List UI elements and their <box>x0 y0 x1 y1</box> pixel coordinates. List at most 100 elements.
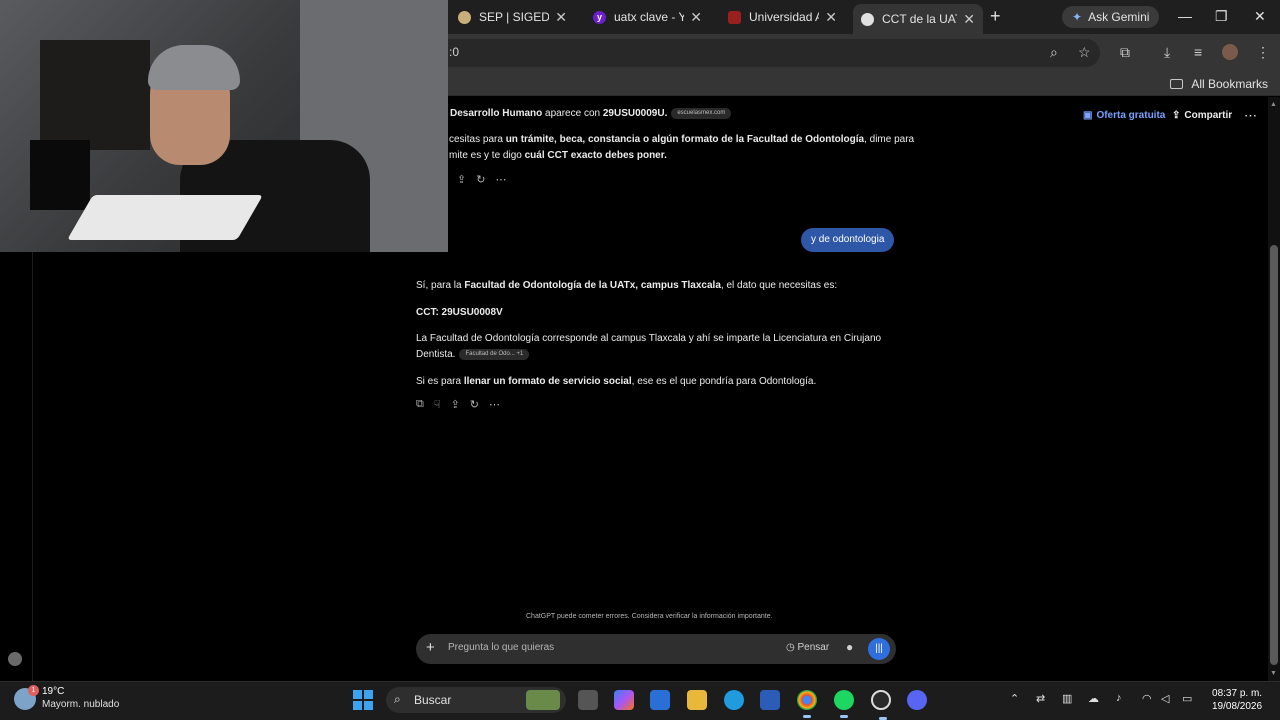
response-line: La Facultad de Odontología corresponde a… <box>416 333 882 344</box>
prev-message-line: Desarrollo Humano aparece con 29USU0009U… <box>450 106 732 122</box>
taskbar-search[interactable]: ⌕ Buscar <box>386 687 566 713</box>
spotify-icon[interactable] <box>834 690 854 718</box>
minimize-button[interactable]: — <box>1178 8 1192 24</box>
bookshelf <box>40 40 150 150</box>
address-text: :0 <box>449 45 460 59</box>
share-button[interactable]: ⇪ Compartir <box>1172 110 1232 121</box>
time: 08:37 p. m. <box>1212 688 1263 699</box>
weather-condition: Mayorm. nublado <box>42 699 120 710</box>
scroll-down-icon[interactable]: ▼ <box>1270 670 1277 677</box>
think-button[interactable]: ◷ Pensar <box>786 642 829 653</box>
offer-icon: ▣ <box>1083 110 1093 121</box>
chrome-icon[interactable] <box>797 690 817 718</box>
copilot-icon[interactable] <box>614 690 634 710</box>
free-offer-button[interactable]: ▣ Oferta gratuita <box>1083 110 1165 121</box>
date: 19/08/2026 <box>1212 701 1263 712</box>
copy-icon[interactable]: ⧉ <box>416 398 424 411</box>
more-icon[interactable]: ⋯ <box>495 173 506 186</box>
close-tab-icon[interactable]: ✕ <box>963 11 975 28</box>
windows-logo-pane <box>364 690 373 699</box>
start-button[interactable] <box>353 690 373 710</box>
response-line: Dentista. Facultad de Odo... +1 <box>416 347 530 363</box>
tray-app-icon[interactable]: ⇄ <box>1036 692 1045 705</box>
response-line: Si es para llenar un formato de servicio… <box>416 376 817 387</box>
more-icon[interactable]: ⋯ <box>489 398 500 411</box>
close-tab-icon[interactable]: ✕ <box>825 9 837 26</box>
ask-gemini-label: Ask Gemini <box>1088 10 1150 24</box>
conversation-options-icon[interactable]: ⋯ <box>1244 108 1257 124</box>
tab-sep-siged[interactable]: SEP | SIGED ✕ <box>450 4 575 30</box>
composer: + Pregunta lo que quieras ◷ Pensar ● ||| <box>416 634 896 664</box>
response-line: Sí, para la Facultad de Odontología de l… <box>416 280 838 291</box>
weather-badge: 1 <box>28 684 39 696</box>
share-icon[interactable]: ⇪ <box>457 173 466 186</box>
discord-icon[interactable] <box>907 690 927 710</box>
university-favicon-icon <box>728 10 741 24</box>
user-avatar[interactable] <box>8 652 22 666</box>
download-icon[interactable]: ⤓ <box>1164 44 1170 61</box>
scroll-up-icon[interactable]: ▲ <box>1270 101 1277 108</box>
share-icon: ⇪ <box>1172 110 1181 121</box>
windows-logo-pane <box>364 701 373 710</box>
zoom-icon[interactable]: ⌕ <box>1050 44 1058 61</box>
weather-widget[interactable]: 1 19°C Mayorm. nublado <box>14 684 120 711</box>
user-message: y de odontologia <box>801 228 895 252</box>
chatgpt-favicon-icon <box>861 12 874 26</box>
maximize-button[interactable]: ❐ <box>1215 8 1228 25</box>
tab-title: Universidad Autó <box>749 10 820 24</box>
store-icon[interactable] <box>650 690 670 710</box>
citation-chip[interactable]: escuelasmex.com <box>671 107 732 119</box>
tray-overflow-icon[interactable]: ⌃ <box>1010 692 1019 705</box>
new-tab-button[interactable]: + <box>990 6 1001 27</box>
tab-uatx-clave[interactable]: y uatx clave - Yaho ✕ <box>585 4 710 30</box>
regenerate-icon[interactable]: ↻ <box>476 173 485 186</box>
add-attachment-icon[interactable]: + <box>426 639 435 656</box>
volume-icon[interactable]: ◁ <box>1161 692 1169 705</box>
prompt-input[interactable]: Pregunta lo que quieras <box>448 642 554 653</box>
windows-logo-pane <box>353 701 362 710</box>
edge-icon[interactable] <box>724 690 744 710</box>
voice-mode-button[interactable]: ||| <box>868 638 890 660</box>
media-control-icon[interactable]: ≡ <box>1194 44 1202 60</box>
onedrive-icon[interactable]: ☁ <box>1088 692 1099 705</box>
system-clock[interactable]: 08:37 p. m. 19/08/2026 <box>1212 687 1262 713</box>
think-label: Pensar <box>797 642 830 653</box>
ask-gemini-button[interactable]: ✦ Ask Gemini <box>1062 6 1160 28</box>
word-icon[interactable] <box>760 690 780 710</box>
webcam-overlay <box>0 0 448 252</box>
close-window-button[interactable]: ✕ <box>1254 8 1266 25</box>
keyboard <box>67 195 263 240</box>
tray-app-icon[interactable]: ▥ <box>1062 692 1072 705</box>
battery-icon[interactable]: ▭ <box>1182 692 1192 705</box>
weather-icon: 1 <box>14 684 39 710</box>
citation-chip[interactable]: Facultad de Odo... +1 <box>459 348 530 360</box>
close-tab-icon[interactable]: ✕ <box>690 9 702 26</box>
microphone-icon[interactable]: ● <box>846 640 853 654</box>
wifi-icon[interactable]: ◠ <box>1142 692 1152 705</box>
search-label: Buscar <box>414 693 452 707</box>
search-icon: ⌕ <box>394 692 401 706</box>
monitor <box>30 140 90 210</box>
chatgpt-app-icon[interactable] <box>871 690 891 720</box>
profile-avatar[interactable] <box>1222 44 1238 60</box>
regenerate-icon[interactable]: ↻ <box>470 398 479 411</box>
tab-universidad[interactable]: Universidad Autó ✕ <box>720 4 845 30</box>
bookmark-star-icon[interactable]: ☆ <box>1078 44 1091 61</box>
search-highlight-icon <box>526 690 560 710</box>
response-actions: ⧉ ☟ ⇪ ↻ ⋯ <box>416 398 500 411</box>
close-tab-icon[interactable]: ✕ <box>555 9 567 26</box>
disclaimer: ChatGPT puede cometer errores. Considera… <box>526 613 773 620</box>
scroll-thumb[interactable] <box>1270 245 1278 665</box>
share-label: Compartir <box>1184 110 1233 121</box>
tab-cct-uatx[interactable]: CCT de la UATx ✕ <box>853 4 983 34</box>
all-bookmarks-button[interactable]: All Bookmarks <box>1170 77 1268 91</box>
browser-menu-icon[interactable]: ⋮ <box>1256 44 1270 61</box>
thumbs-down-icon[interactable]: ☟ <box>434 398 441 411</box>
extensions-icon[interactable]: ⧉ <box>1120 44 1130 61</box>
file-explorer-icon[interactable] <box>687 690 707 710</box>
task-view-icon[interactable] <box>578 690 598 710</box>
tab-title: uatx clave - Yaho <box>614 10 685 24</box>
cct-code: CCT: 29USU0008V <box>416 307 503 318</box>
share-icon[interactable]: ⇪ <box>451 398 460 411</box>
microphone-tray-icon[interactable]: ♪ <box>1116 692 1122 704</box>
